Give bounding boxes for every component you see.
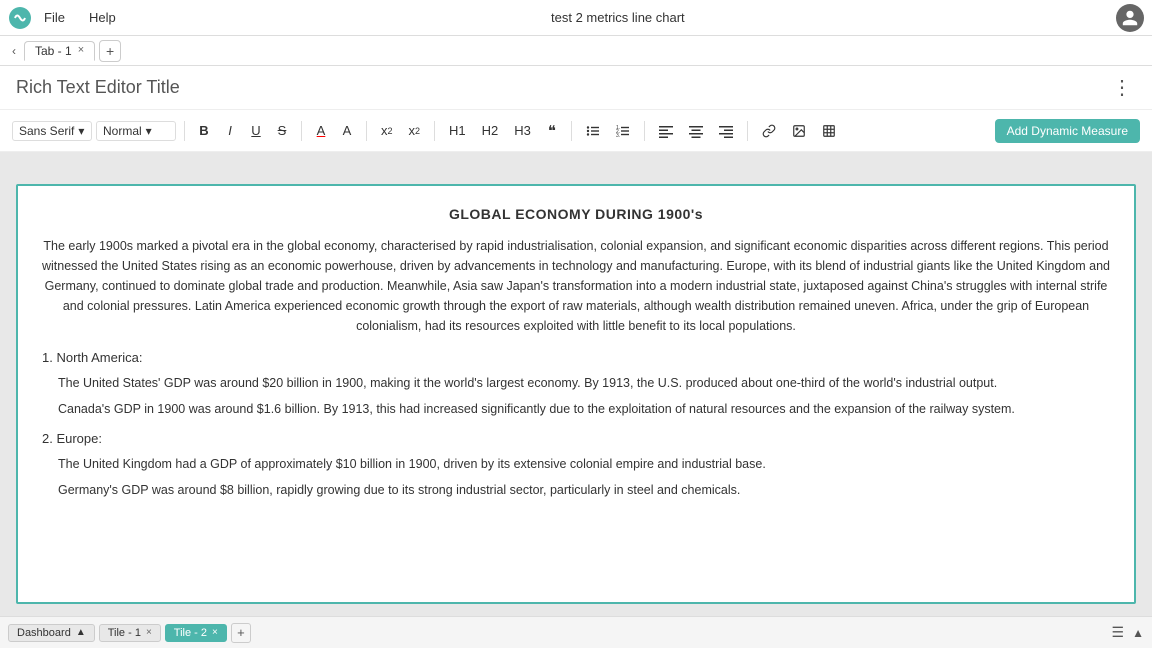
align-center-button[interactable] xyxy=(683,119,709,143)
h2-button[interactable]: H2 xyxy=(476,119,505,143)
add-tab-button[interactable]: + xyxy=(99,40,121,62)
tabs-chevron-left[interactable]: ‹ xyxy=(8,42,20,60)
section-1-heading: 1. North America: xyxy=(42,350,1110,365)
section-2-heading: 2. Europe: xyxy=(42,431,1110,446)
highlight-button[interactable]: A xyxy=(336,119,358,143)
tab-1-label: Tab - 1 xyxy=(35,44,72,58)
font-family-label: Sans Serif xyxy=(19,124,74,138)
section-2-bullet-1: The United Kingdom had a GDP of approxim… xyxy=(58,454,1110,474)
menu-file[interactable]: File xyxy=(40,8,69,27)
bottom-tab-tile-1[interactable]: Tile - 1 × xyxy=(99,624,161,642)
app-logo xyxy=(8,6,32,30)
bottom-tab-tile-1-close[interactable]: × xyxy=(146,627,152,638)
font-style-label: Normal xyxy=(103,124,142,138)
tab-1-close[interactable]: × xyxy=(78,45,84,56)
bottom-menu-button[interactable]: ☰ xyxy=(1108,622,1129,643)
bottom-right-controls: ☰ ▲ xyxy=(1108,622,1144,643)
editor-title: Rich Text Editor Title xyxy=(16,77,1108,98)
user-avatar[interactable] xyxy=(1116,4,1144,32)
document-intro: The early 1900s marked a pivotal era in … xyxy=(42,236,1110,336)
tab-bar: ‹ Tab - 1 × + xyxy=(0,36,1152,66)
superscript-button[interactable]: x2 xyxy=(375,119,399,143)
blockquote-button[interactable]: ❝ xyxy=(541,119,563,143)
divider-5 xyxy=(571,121,572,141)
bottom-tab-tile-2[interactable]: Tile - 2 × xyxy=(165,624,227,642)
window-title: test 2 metrics line chart xyxy=(120,10,1116,25)
numbered-list-button[interactable]: 1.2.3. xyxy=(610,119,636,143)
h3-button[interactable]: H3 xyxy=(508,119,537,143)
bullet-list-button[interactable] xyxy=(580,119,606,143)
bottom-tab-dashboard-chevron[interactable]: ▲ xyxy=(76,627,86,638)
section-1-bullet-2: Canada's GDP in 1900 was around $1.6 bil… xyxy=(58,399,1110,419)
image-button[interactable] xyxy=(786,119,812,143)
top-bar: File Help test 2 metrics line chart xyxy=(0,0,1152,36)
bottom-bar: Dashboard ▲ Tile - 1 × Tile - 2 × + ☰ ▲ xyxy=(0,616,1152,648)
document-title: GLOBAL ECONOMY DURING 1900's xyxy=(42,206,1110,222)
more-options-button[interactable]: ⋮ xyxy=(1108,75,1136,100)
font-family-chevron: ▾ xyxy=(78,124,84,138)
divider-2 xyxy=(301,121,302,141)
menu-bar: File Help xyxy=(40,8,120,27)
divider-6 xyxy=(644,121,645,141)
font-color-button[interactable]: A xyxy=(310,119,332,143)
bottom-chevron-up[interactable]: ▲ xyxy=(1132,622,1144,643)
bold-button[interactable]: B xyxy=(193,119,215,143)
section-1-bullet-1: The United States' GDP was around $20 bi… xyxy=(58,373,1110,393)
divider-3 xyxy=(366,121,367,141)
editor-box[interactable]: GLOBAL ECONOMY DURING 1900's The early 1… xyxy=(16,184,1136,604)
bottom-tab-dashboard-label: Dashboard xyxy=(17,627,71,639)
content-area: GLOBAL ECONOMY DURING 1900's The early 1… xyxy=(0,172,1152,616)
strikethrough-button[interactable]: S xyxy=(271,119,293,143)
font-family-select[interactable]: Sans Serif ▾ xyxy=(12,121,92,141)
tab-1[interactable]: Tab - 1 × xyxy=(24,41,95,61)
table-button[interactable] xyxy=(816,119,842,143)
divider-1 xyxy=(184,121,185,141)
align-right-button[interactable] xyxy=(713,119,739,143)
spacer xyxy=(0,152,1152,172)
link-button[interactable] xyxy=(756,119,782,143)
bottom-tab-tile-1-label: Tile - 1 xyxy=(108,627,141,639)
divider-7 xyxy=(747,121,748,141)
divider-4 xyxy=(434,121,435,141)
menu-help[interactable]: Help xyxy=(85,8,120,27)
add-dynamic-measure-button[interactable]: Add Dynamic Measure xyxy=(995,119,1140,143)
h1-button[interactable]: H1 xyxy=(443,119,472,143)
section-2-bullet-2: Germany's GDP was around $8 billion, rap… xyxy=(58,480,1110,500)
svg-text:3.: 3. xyxy=(616,133,620,138)
add-tile-button[interactable]: + xyxy=(231,623,251,643)
align-left-button[interactable] xyxy=(653,119,679,143)
italic-button[interactable]: I xyxy=(219,119,241,143)
bottom-tab-tile-2-label: Tile - 2 xyxy=(174,627,207,639)
font-style-chevron: ▾ xyxy=(146,124,152,138)
format-toolbar: Sans Serif ▾ Normal ▾ B I U S A A x2 x2 … xyxy=(0,110,1152,152)
bottom-tab-dashboard[interactable]: Dashboard ▲ xyxy=(8,624,95,642)
editor-header: Rich Text Editor Title ⋮ xyxy=(0,66,1152,110)
subscript-button[interactable]: x2 xyxy=(403,119,427,143)
font-style-select[interactable]: Normal ▾ xyxy=(96,121,176,141)
bottom-tab-tile-2-close[interactable]: × xyxy=(212,627,218,638)
underline-button[interactable]: U xyxy=(245,119,267,143)
